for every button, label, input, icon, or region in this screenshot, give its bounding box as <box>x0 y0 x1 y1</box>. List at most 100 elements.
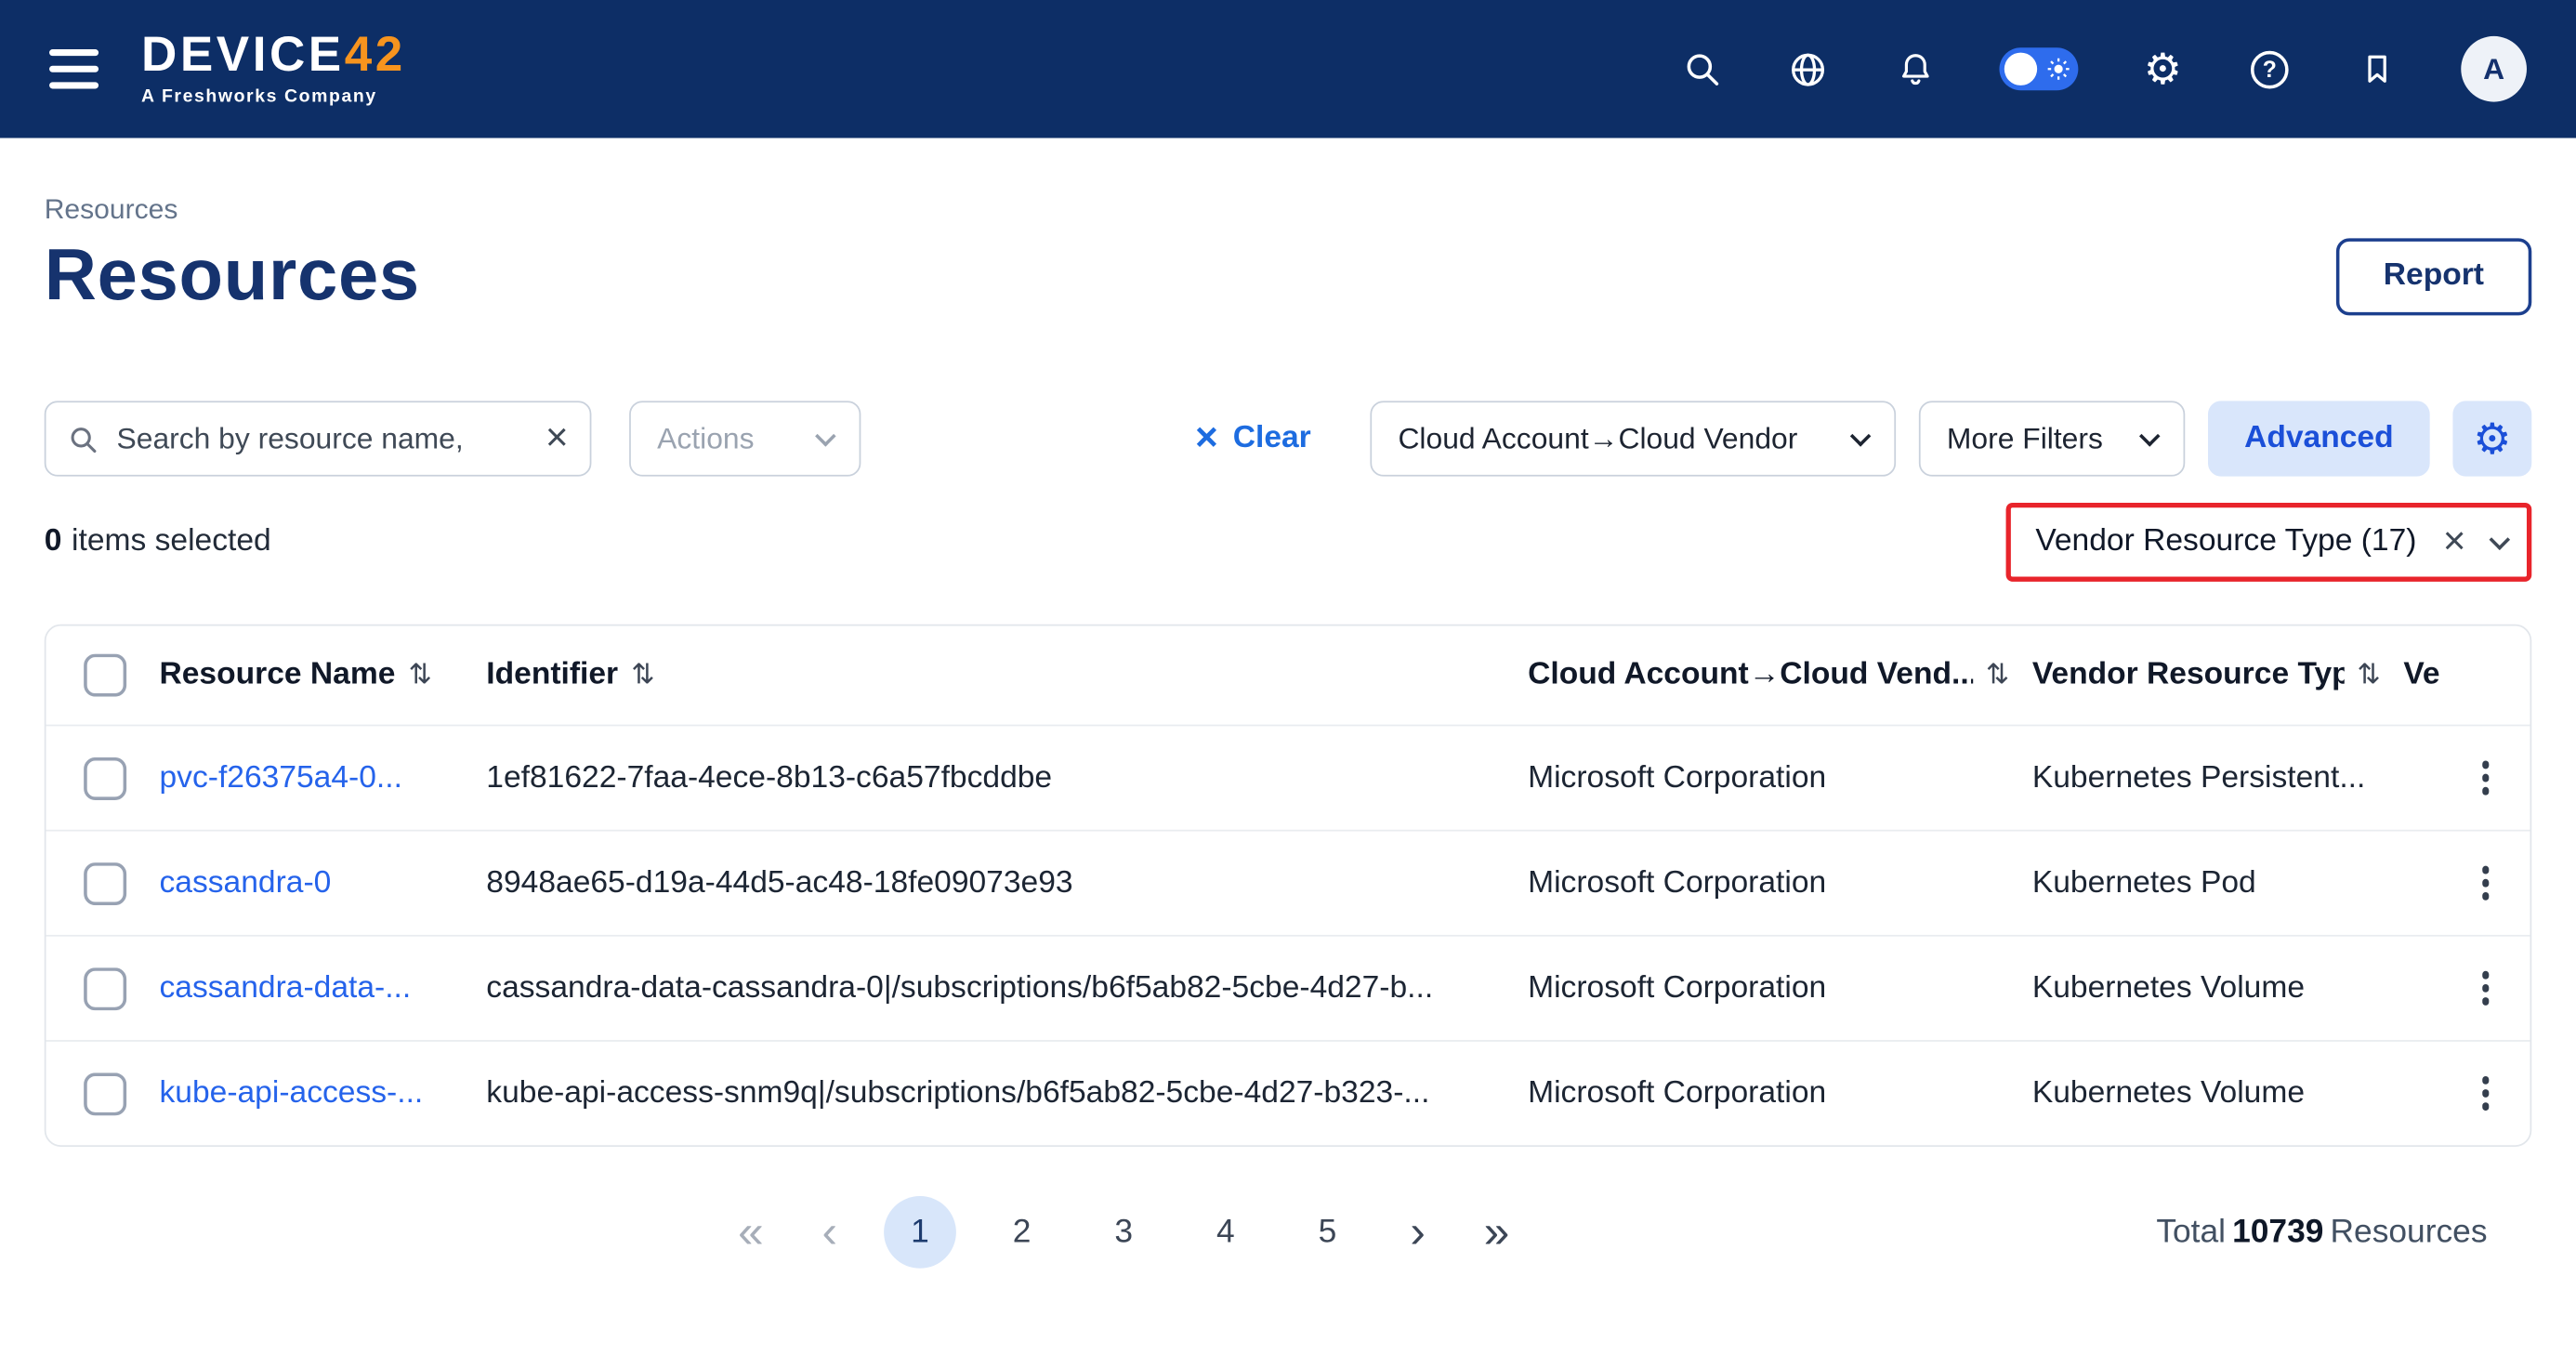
clear-filters-button[interactable]: × Clear <box>1195 419 1311 458</box>
total-resources-text: Total10739Resources <box>2156 1214 2487 1252</box>
column-header-cloud-account: Cloud Account→Cloud Vend... ⇅ <box>1528 657 2032 693</box>
pagination: « ‹ 1 2 3 4 5 › » Total10739Resources <box>45 1192 2532 1271</box>
top-navbar: DEVICE42 A Freshworks Company <box>0 0 2576 138</box>
clear-label: Clear <box>1233 421 1311 457</box>
cloud-account-cell: Microsoft Corporation <box>1528 865 2032 901</box>
page-button-4[interactable]: 4 <box>1189 1196 1262 1269</box>
report-button[interactable]: Report <box>2335 237 2531 314</box>
row-kebab-menu-icon[interactable] <box>2477 1072 2494 1115</box>
advanced-button[interactable]: Advanced <box>2208 401 2430 476</box>
cloud-account-cell: Microsoft Corporation <box>1528 1075 2032 1112</box>
vendor-type-cell: Kubernetes Volume <box>2032 1075 2404 1112</box>
row-kebab-menu-icon[interactable] <box>2477 756 2494 800</box>
filter-bar: × Actions × Clear Cloud Account→Cloud Ve… <box>45 401 2532 476</box>
search-magnifier-icon <box>67 423 99 454</box>
breadcrumb-resources[interactable]: Resources <box>45 194 178 226</box>
actions-dropdown[interactable]: Actions <box>629 401 861 476</box>
identifier-cell: kube-api-access-snm9q|/subscriptions/b6f… <box>486 1075 1528 1112</box>
total-suffix: Resources <box>2331 1214 2488 1250</box>
question-mark: ? <box>2251 50 2289 88</box>
resources-table: Resource Name ⇅ Identifier ⇅ Cloud Accou… <box>45 625 2532 1147</box>
actions-label: Actions <box>657 421 754 455</box>
identifier-cell: 1ef81622-7faa-4ece-8b13-c6a57fbcddbe <box>486 760 1528 796</box>
vendor-type-cell: Kubernetes Persistent... <box>2032 760 2404 796</box>
row-checkbox[interactable] <box>84 1072 126 1115</box>
annotation-highlight-box: Vendor Resource Type (17) × <box>2006 503 2532 582</box>
search-input[interactable] <box>113 420 531 458</box>
identifier-cell: 8948ae65-d19a-44d5-ac48-18fe09073e93 <box>486 865 1528 901</box>
resource-name-link[interactable]: cassandra-0 <box>159 865 331 901</box>
hamburger-menu-icon[interactable] <box>49 49 99 88</box>
logo-main-text: DEVICE <box>141 28 345 82</box>
header-label: Vendor Resource Type <box>2032 657 2344 693</box>
table-header-row: Resource Name ⇅ Identifier ⇅ Cloud Accou… <box>46 626 2530 725</box>
vendor-type-cell: Kubernetes Volume <box>2032 970 2404 1006</box>
page-button-2[interactable]: 2 <box>986 1196 1058 1269</box>
search-clear-icon[interactable]: × <box>545 419 569 458</box>
sort-icon[interactable]: ⇅ <box>409 659 432 691</box>
help-icon[interactable]: ? <box>2247 46 2292 91</box>
selected-count: 0 <box>45 524 62 559</box>
column-header-identifier: Identifier ⇅ <box>486 657 1528 693</box>
more-filters-label: More Filters <box>1947 421 2103 455</box>
filter-settings-gear-icon[interactable]: ⚙ <box>2452 401 2531 476</box>
cloud-vendor-dropdown[interactable]: Cloud Account→Cloud Vendor <box>1370 401 1896 476</box>
sort-icon[interactable]: ⇅ <box>2357 659 2380 691</box>
chevron-down-icon <box>1850 426 1872 447</box>
toggle-knob <box>2004 53 2037 86</box>
chip-remove-icon[interactable]: × <box>2443 522 2466 561</box>
settings-gear-icon[interactable]: ⚙ <box>2141 46 2186 91</box>
resource-name-link[interactable]: pvc-f26375a4-0... <box>159 760 401 796</box>
resource-name-link[interactable]: cassandra-data-... <box>159 970 411 1006</box>
page-button-3[interactable]: 3 <box>1087 1196 1160 1269</box>
table-row: cassandra-data-... cassandra-data-cassan… <box>46 935 2530 1040</box>
sun-icon <box>2047 58 2070 81</box>
row-kebab-menu-icon[interactable] <box>2477 967 2494 1010</box>
first-page-button[interactable]: « <box>726 1209 775 1256</box>
breadcrumb: Resources <box>45 194 2532 227</box>
table-row: cassandra-0 8948ae65-d19a-44d5-ac48-18fe… <box>46 830 2530 935</box>
resource-name-link[interactable]: kube-api-access-... <box>159 1075 423 1112</box>
user-avatar[interactable]: A <box>2461 36 2527 102</box>
search-icon[interactable] <box>1679 46 1724 91</box>
bookmark-icon[interactable] <box>2354 46 2399 91</box>
more-filters-dropdown[interactable]: More Filters <box>1919 401 2185 476</box>
globe-icon[interactable] <box>1786 46 1831 91</box>
cloud-account-cell: Microsoft Corporation <box>1528 760 2032 796</box>
logo-subtitle: A Freshworks Company <box>141 87 406 107</box>
header-label: Resource Name <box>159 657 395 693</box>
items-selected-text: 0 items selected <box>45 524 271 560</box>
chevron-down-icon <box>2139 426 2161 447</box>
row-checkbox[interactable] <box>84 967 126 1009</box>
total-count: 10739 <box>2232 1214 2323 1250</box>
page-button-5[interactable]: 5 <box>1292 1196 1364 1269</box>
bell-icon[interactable] <box>1893 46 1938 91</box>
row-checkbox[interactable] <box>84 862 126 904</box>
sort-icon[interactable]: ⇅ <box>1986 659 2009 691</box>
row-kebab-menu-icon[interactable] <box>2477 862 2494 905</box>
chevron-down-icon <box>815 426 836 447</box>
logo-accent-text: 42 <box>345 28 406 82</box>
clear-x-icon: × <box>1195 419 1218 458</box>
sort-icon[interactable]: ⇅ <box>631 659 654 691</box>
prev-page-button[interactable]: ‹ <box>805 1209 854 1256</box>
total-prefix: Total <box>2156 1214 2226 1250</box>
vendor-type-cell: Kubernetes Pod <box>2032 865 2404 901</box>
select-all-checkbox[interactable] <box>84 654 126 697</box>
page-button-1[interactable]: 1 <box>884 1196 956 1269</box>
resource-search-box: × <box>45 401 592 476</box>
row-checkbox[interactable] <box>84 756 126 799</box>
device42-logo[interactable]: DEVICE42 A Freshworks Company <box>141 32 406 107</box>
last-page-button[interactable]: » <box>1472 1209 1521 1256</box>
next-page-button[interactable]: › <box>1393 1209 1442 1256</box>
column-header-truncated: Ve <box>2403 657 2465 693</box>
chip-chevron-down-icon[interactable] <box>2490 529 2511 550</box>
theme-toggle[interactable] <box>1999 47 2078 90</box>
navbar-actions: ⚙ ? A <box>1679 36 2527 102</box>
main-content: Resources Resources Report × Actions × C… <box>0 194 2576 1272</box>
selected-label: items selected <box>72 524 271 559</box>
selection-row: 0 items selected Vendor Resource Type (17… <box>45 503 2532 582</box>
title-row: Resources Report <box>45 233 2532 319</box>
table-row: pvc-f26375a4-0... 1ef81622-7faa-4ece-8b1… <box>46 725 2530 830</box>
vendor-resource-type-chip[interactable]: Vendor Resource Type (17) <box>2035 524 2416 560</box>
